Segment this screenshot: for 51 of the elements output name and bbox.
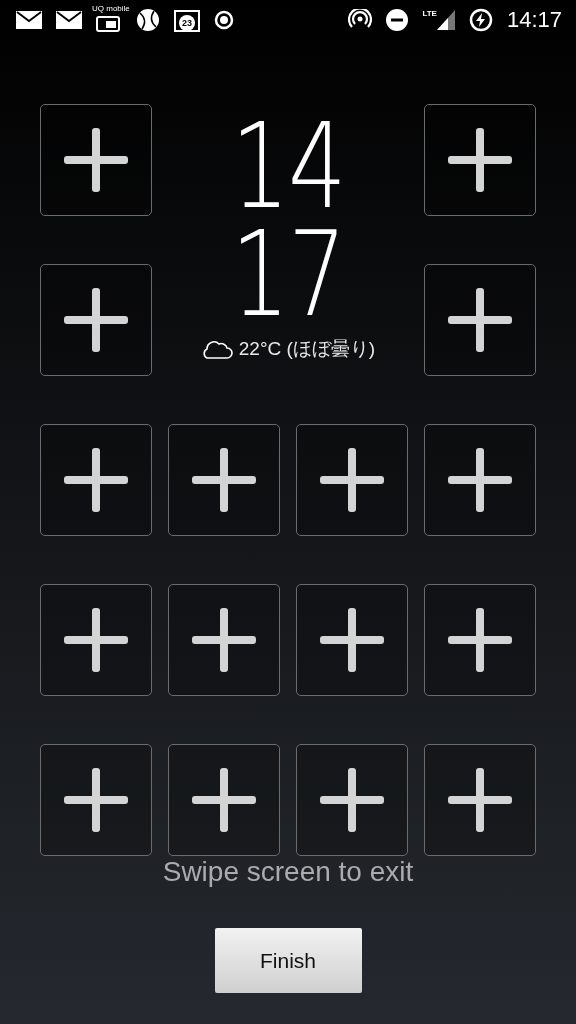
plus-icon — [192, 768, 256, 832]
add-widget-button[interactable] — [424, 584, 536, 696]
plus-icon — [320, 448, 384, 512]
plus-icon — [448, 768, 512, 832]
swipe-hint: Swipe screen to exit — [162, 856, 414, 888]
network-type: LTE — [422, 10, 437, 18]
plus-icon — [320, 608, 384, 672]
sim-label: UQ mobile — [92, 4, 130, 13]
signal-icon — [436, 8, 455, 30]
plus-icon — [448, 288, 512, 352]
cloud-icon — [200, 338, 233, 360]
add-widget-button[interactable] — [168, 424, 280, 536]
add-widget-button[interactable] — [424, 744, 536, 856]
plus-icon — [448, 608, 512, 672]
plus-icon — [320, 768, 384, 832]
plus-icon — [64, 768, 128, 832]
plus-icon — [448, 128, 512, 192]
clock-hour: 14 — [231, 112, 345, 220]
ball-icon — [136, 8, 160, 32]
clock-minute: 17 — [231, 220, 345, 328]
calendar-icon — [174, 8, 200, 32]
add-widget-button[interactable] — [296, 584, 408, 696]
plus-icon — [64, 608, 128, 672]
mail-icon — [16, 11, 42, 29]
battery-charging-icon — [468, 8, 493, 32]
plus-icon — [64, 288, 128, 352]
add-widget-button[interactable] — [40, 264, 152, 376]
weather-text: 22°C (ほぼ曇り) — [238, 337, 376, 361]
add-widget-button[interactable] — [424, 424, 536, 536]
add-widget-button[interactable] — [296, 744, 408, 856]
plus-icon — [64, 448, 128, 512]
add-widget-button[interactable] — [424, 264, 536, 376]
calendar-day: 23 — [182, 18, 192, 28]
add-widget-button[interactable] — [168, 744, 280, 856]
add-widget-button[interactable] — [424, 104, 536, 216]
sim-card-icon — [96, 16, 120, 32]
plus-icon — [448, 448, 512, 512]
do-not-disturb-icon — [386, 9, 409, 31]
add-widget-button[interactable] — [40, 104, 152, 216]
record-icon — [214, 10, 234, 30]
add-widget-button[interactable] — [40, 424, 152, 536]
add-widget-button[interactable] — [40, 584, 152, 696]
add-widget-button[interactable] — [40, 744, 152, 856]
plus-icon — [192, 448, 256, 512]
plus-icon — [64, 128, 128, 192]
finish-button[interactable]: Finish — [214, 928, 362, 993]
status-time: 14:17 — [506, 7, 562, 33]
add-widget-button[interactable] — [168, 584, 280, 696]
mail-icon — [56, 11, 82, 29]
plus-icon — [192, 608, 256, 672]
add-widget-button[interactable] — [296, 424, 408, 536]
